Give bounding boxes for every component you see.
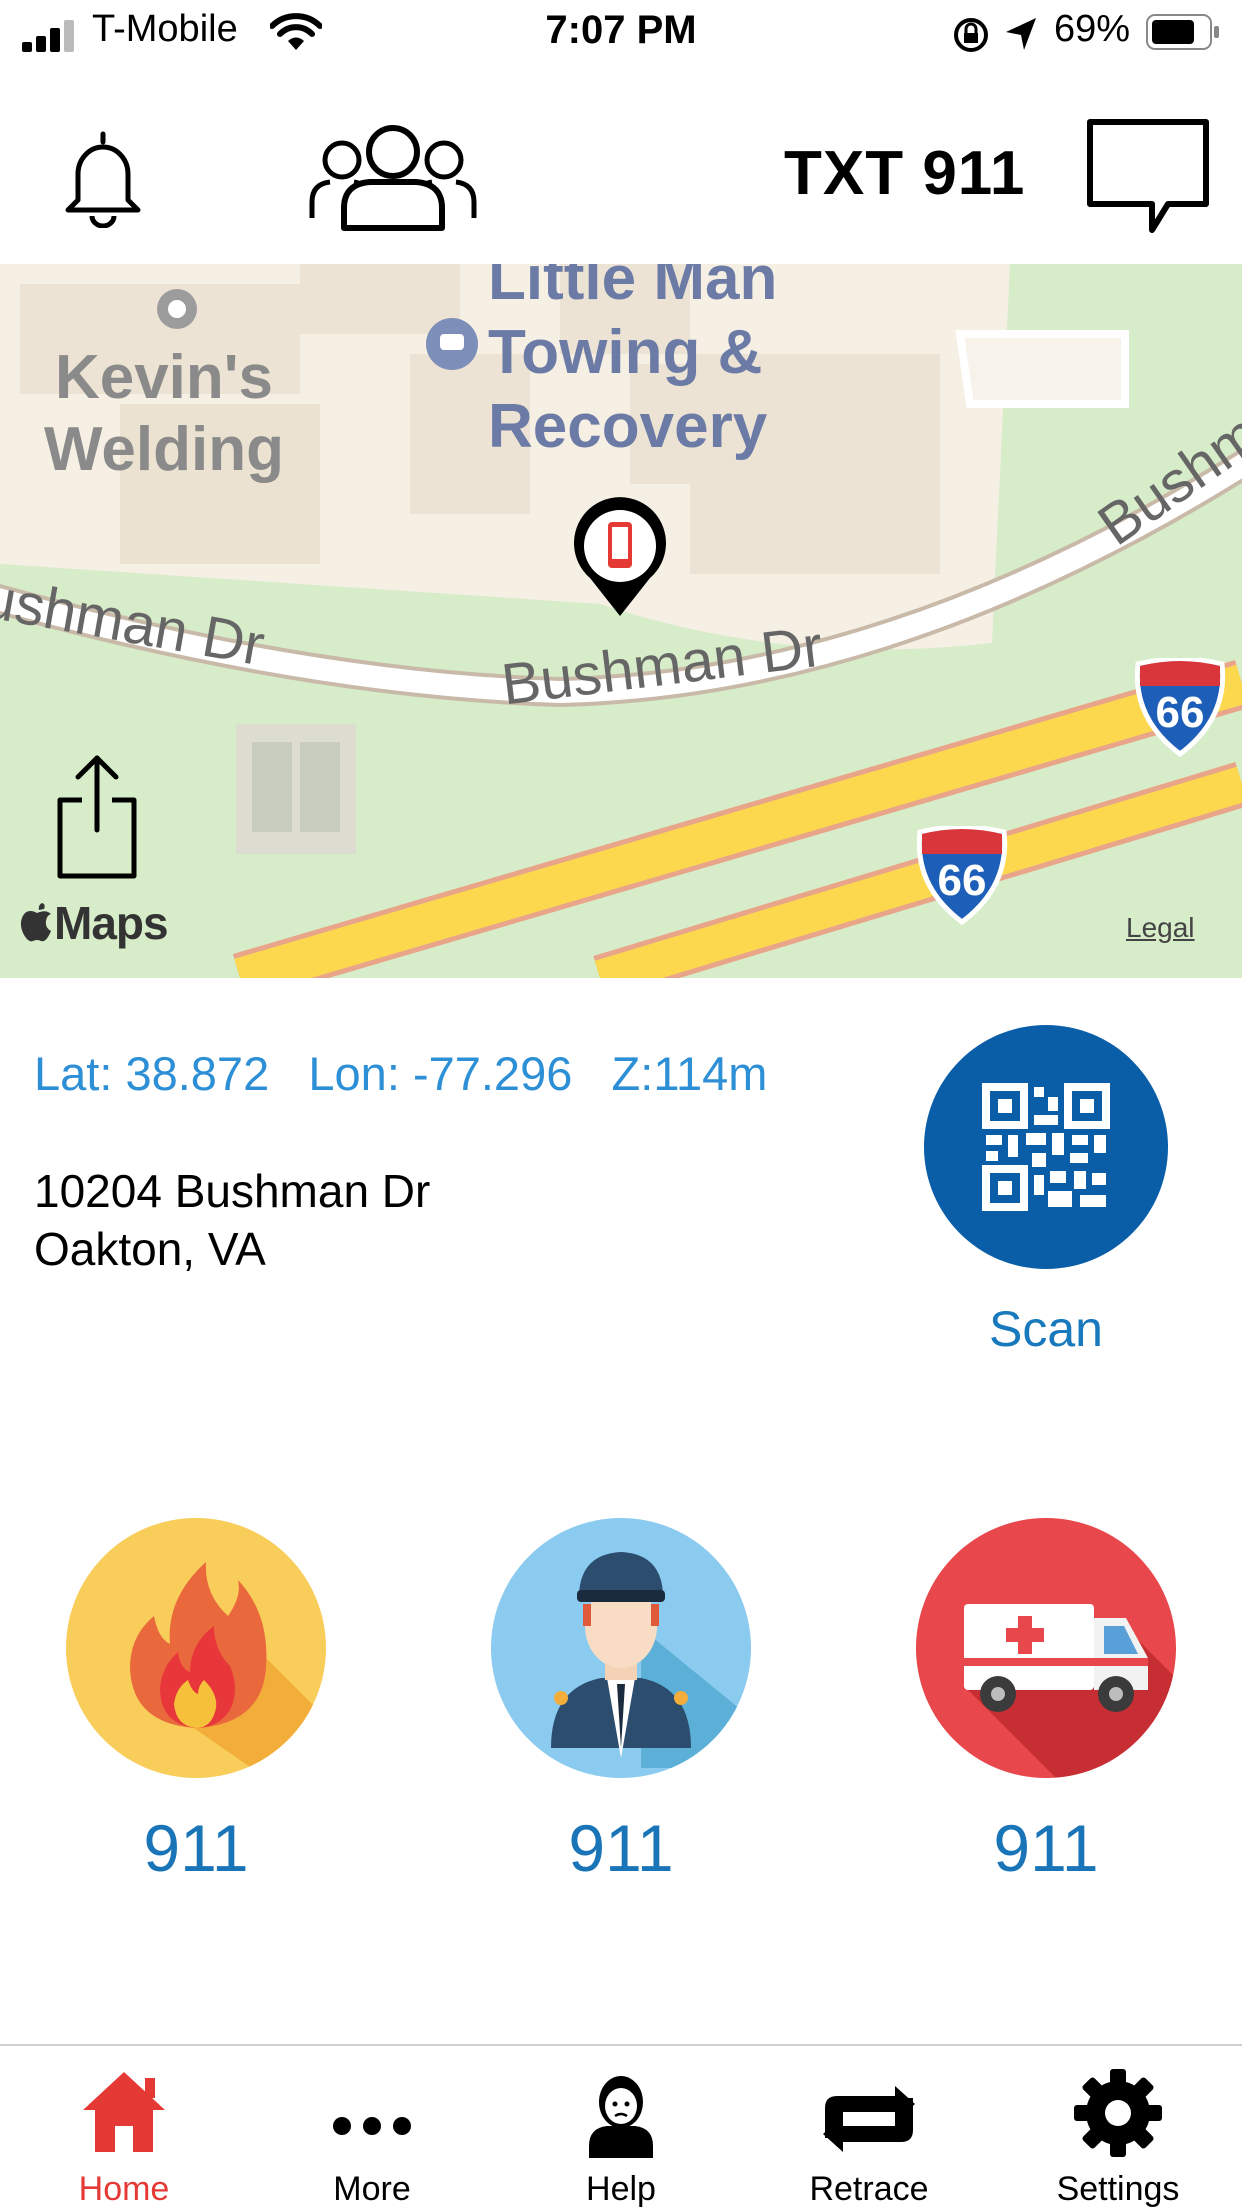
police-officer-icon <box>551 1552 751 1768</box>
police-911-button[interactable] <box>491 1518 751 1778</box>
share-icon[interactable] <box>52 752 142 882</box>
home-icon <box>83 2072 165 2152</box>
apple-maps-logo: Maps <box>20 896 169 950</box>
tab-bar: Home More Help Retrace Settings <box>0 2044 1242 2210</box>
police-911-label[interactable]: 911 <box>491 1810 751 1886</box>
tab-settings[interactable]: Settings <box>994 2046 1242 2210</box>
map-label-kevins-welding: Kevin's Welding <box>44 343 284 484</box>
map-label-towing: Little Man Towing & Recovery <box>488 264 778 461</box>
highway-shield-2: 66 <box>914 824 1010 926</box>
address: 10204 Bushman Dr Oakton, VA <box>34 1162 430 1278</box>
apple-logo-icon <box>20 903 51 942</box>
map-view[interactable]: Kevin's Welding Little Man Towing & Reco… <box>0 264 1242 978</box>
retrace-icon <box>823 2086 915 2152</box>
highway-shield-1: 66 <box>1132 656 1228 758</box>
coordinates: Lat: 38.872 Lon: -77.296 Z:114m <box>34 1046 767 1101</box>
battery-percent: 69% <box>1054 8 1131 50</box>
ambulance-911-label[interactable]: 911 <box>916 1810 1176 1886</box>
longitude: Lon: -77.296 <box>308 1047 573 1100</box>
address-line-2: Oakton, VA <box>34 1223 266 1275</box>
more-dots-icon <box>333 2117 411 2135</box>
tab-more[interactable]: More <box>248 2046 496 2210</box>
chat-bubble-icon[interactable] <box>1086 118 1210 236</box>
qr-code-icon <box>982 1083 1110 1211</box>
txt-911-title[interactable]: TXT 911 <box>784 138 1025 209</box>
address-line-1: 10204 Bushman Dr <box>34 1165 431 1217</box>
scan-button[interactable] <box>924 1025 1168 1269</box>
scan-label[interactable]: Scan <box>924 1300 1168 1358</box>
fire-911-button[interactable] <box>66 1518 326 1778</box>
latitude: Lat: 38.872 <box>34 1047 270 1100</box>
location-pin-icon[interactable] <box>568 496 672 622</box>
fire-icon <box>130 1562 326 1778</box>
map-legal-link[interactable]: Legal <box>1126 912 1195 944</box>
fire-911-label[interactable]: 911 <box>66 1810 326 1886</box>
location-arrow-icon <box>1006 18 1036 50</box>
tab-home[interactable]: Home <box>0 2046 248 2210</box>
gear-icon <box>1074 2069 1162 2157</box>
altitude: Z:114m <box>611 1047 768 1100</box>
app-header: TXT 911 <box>0 68 1242 264</box>
help-person-icon <box>589 2076 653 2158</box>
rotation-lock-icon <box>954 18 988 52</box>
battery-icon <box>1146 14 1219 50</box>
ambulance-icon <box>964 1604 1176 1778</box>
bell-icon[interactable] <box>58 128 148 228</box>
ambulance-911-button[interactable] <box>916 1518 1176 1778</box>
tab-help[interactable]: Help <box>497 2046 745 2210</box>
group-icon[interactable] <box>308 122 478 232</box>
tab-retrace[interactable]: Retrace <box>745 2046 993 2210</box>
status-bar: T-Mobile 7:07 PM 69% <box>0 0 1242 68</box>
